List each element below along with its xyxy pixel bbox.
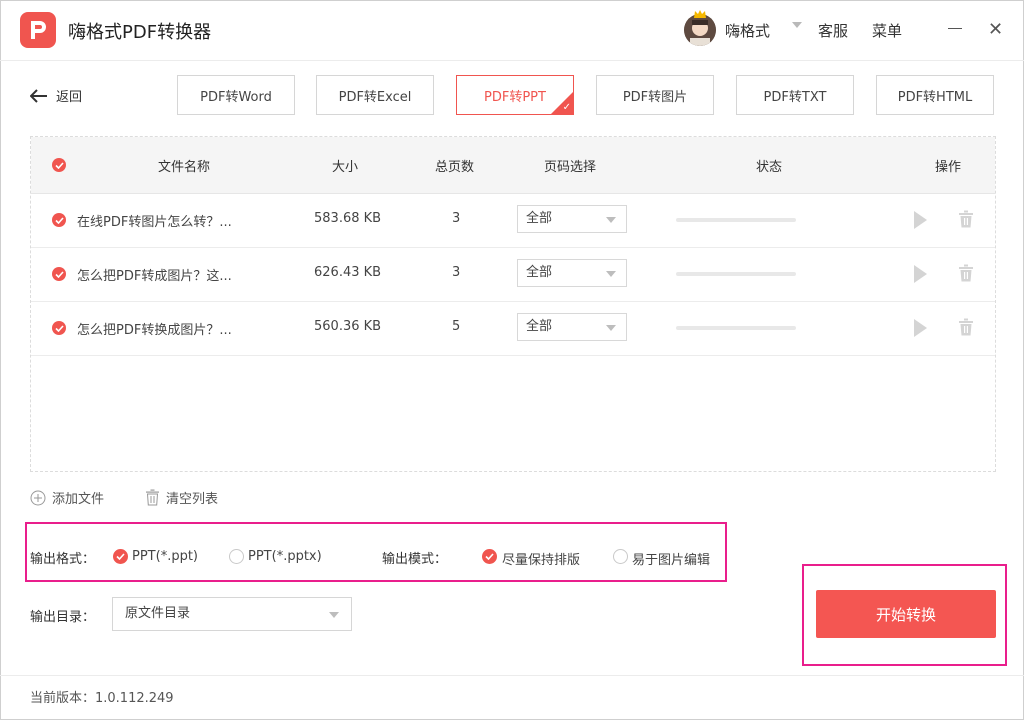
menu-link[interactable]: 菜单 — [872, 20, 902, 41]
output-dir-dropdown[interactable]: 原文件目录 — [112, 597, 352, 631]
table-row: 怎么把PDF转换成图片？... 560.36 KB 5 全部 — [31, 301, 995, 356]
mode-keep-layout-label[interactable]: 尽量保持排版 — [502, 549, 580, 568]
tab-pdf-to-txt[interactable]: PDF转TXT — [736, 75, 854, 115]
header-actions: 操作 — [935, 160, 962, 175]
tab-pdf-to-image[interactable]: PDF转图片 — [596, 75, 714, 115]
progress-bar — [676, 326, 796, 330]
format-ppt-radio[interactable] — [113, 549, 128, 564]
tab-label: PDF转Excel — [338, 89, 412, 105]
file-name: 怎么把PDF转成图片？这... — [77, 269, 232, 284]
tab-pdf-to-word[interactable]: PDF转Word — [177, 75, 295, 115]
page-count: 3 — [452, 211, 461, 226]
select-all-checkbox[interactable] — [52, 158, 66, 172]
format-ppt-label[interactable]: PPT(*.ppt) — [132, 549, 198, 564]
back-button[interactable]: 返回 — [30, 86, 82, 105]
file-size: 626.43 KB — [314, 265, 382, 280]
back-label: 返回 — [56, 90, 83, 105]
file-name: 在线PDF转图片怎么转？... — [77, 215, 232, 230]
header-page-select: 页码选择 — [544, 160, 597, 175]
row-checkbox[interactable] — [52, 321, 66, 335]
check-icon — [54, 216, 64, 224]
output-format-label: 输出格式： — [30, 552, 96, 567]
trash-icon[interactable] — [958, 210, 974, 232]
format-pptx-label[interactable]: PPT(*.pptx) — [248, 549, 322, 564]
arrow-left-icon — [30, 88, 47, 103]
header-status: 状态 — [756, 160, 783, 175]
tab-label: PDF转PPT — [484, 89, 546, 105]
check-icon — [485, 553, 494, 560]
play-icon[interactable] — [914, 265, 927, 283]
check-icon — [54, 270, 64, 278]
tab-label: PDF转Word — [200, 89, 272, 105]
header-file-name: 文件名称 — [158, 160, 211, 175]
chevron-down-icon — [329, 612, 339, 618]
trash-icon[interactable] — [958, 264, 974, 286]
version-text: 当前版本：1.0.112.249 — [30, 691, 174, 706]
table-header: 文件名称 大小 总页数 页码选择 状态 操作 — [31, 137, 995, 194]
row-checkbox[interactable] — [52, 267, 66, 281]
output-dir-label: 输出目录： — [30, 610, 96, 625]
check-icon — [54, 324, 64, 332]
tab-pdf-to-html[interactable]: PDF转HTML — [876, 75, 994, 115]
output-mode-label: 输出模式： — [382, 552, 448, 567]
tab-pdf-to-excel[interactable]: PDF转Excel — [316, 75, 434, 115]
title-bar: 嗨格式PDF转换器 嗨格式 客服 菜单 ✕ — [0, 0, 1024, 61]
clear-list-button[interactable]: 清空列表 — [145, 488, 218, 507]
tab-label: PDF转图片 — [622, 89, 688, 105]
table-row: 在线PDF转图片怎么转？... 583.68 KB 3 全部 — [31, 193, 995, 248]
user-name[interactable]: 嗨格式 — [725, 20, 770, 41]
format-pptx-radio[interactable] — [229, 549, 244, 564]
file-size: 560.36 KB — [314, 319, 382, 334]
header-total-pages: 总页数 — [435, 160, 475, 175]
add-file-label: 添加文件 — [52, 492, 105, 507]
page-select-value: 全部 — [526, 265, 553, 280]
check-icon — [116, 553, 125, 560]
row-checkbox[interactable] — [52, 213, 66, 227]
chevron-down-icon — [606, 271, 616, 277]
crown-icon — [693, 4, 707, 23]
trash-icon — [146, 489, 159, 506]
mode-easy-edit-label[interactable]: 易于图片编辑 — [632, 549, 710, 568]
play-icon[interactable] — [914, 319, 927, 337]
table-row: 怎么把PDF转成图片？这... 626.43 KB 3 全部 — [31, 247, 995, 302]
check-icon — [54, 161, 64, 169]
start-convert-button[interactable]: 开始转换 — [816, 590, 996, 638]
progress-bar — [676, 272, 796, 276]
page-select-dropdown[interactable]: 全部 — [517, 313, 627, 341]
trash-icon[interactable] — [958, 318, 974, 340]
page-select-dropdown[interactable]: 全部 — [517, 259, 627, 287]
file-table: 文件名称 大小 总页数 页码选择 状态 操作 在线PDF转图片怎么转？... 5… — [30, 136, 996, 472]
tab-label: PDF转TXT — [763, 89, 827, 105]
file-name: 怎么把PDF转换成图片？... — [77, 323, 232, 338]
chevron-down-icon — [606, 325, 616, 331]
file-size: 583.68 KB — [314, 211, 382, 226]
minimize-icon[interactable] — [948, 28, 962, 29]
page-select-value: 全部 — [526, 319, 553, 334]
tab-pdf-to-ppt[interactable]: PDF转PPT ✓ — [456, 75, 574, 115]
clear-list-label: 清空列表 — [166, 492, 219, 507]
page-count: 5 — [452, 319, 461, 334]
page-select-dropdown[interactable]: 全部 — [517, 205, 627, 233]
page-count: 3 — [452, 265, 461, 280]
play-icon[interactable] — [914, 211, 927, 229]
header-size: 大小 — [332, 160, 359, 175]
page-select-value: 全部 — [526, 211, 553, 226]
close-icon[interactable]: ✕ — [988, 21, 1003, 39]
tab-label: PDF转HTML — [897, 89, 973, 105]
check-icon: ✓ — [562, 102, 571, 113]
chevron-down-icon[interactable] — [792, 22, 802, 28]
app-title: 嗨格式PDF转换器 — [68, 22, 212, 43]
output-dir-value: 原文件目录 — [125, 606, 191, 621]
mode-easy-edit-radio[interactable] — [613, 549, 628, 564]
mode-keep-layout-radio[interactable] — [482, 549, 497, 564]
plus-circle-icon — [30, 490, 46, 505]
footer-divider — [0, 675, 1024, 676]
app-logo-icon — [20, 12, 56, 48]
chevron-down-icon — [606, 217, 616, 223]
customer-service-link[interactable]: 客服 — [818, 20, 848, 41]
add-file-button[interactable]: 添加文件 — [30, 488, 104, 507]
progress-bar — [676, 218, 796, 222]
